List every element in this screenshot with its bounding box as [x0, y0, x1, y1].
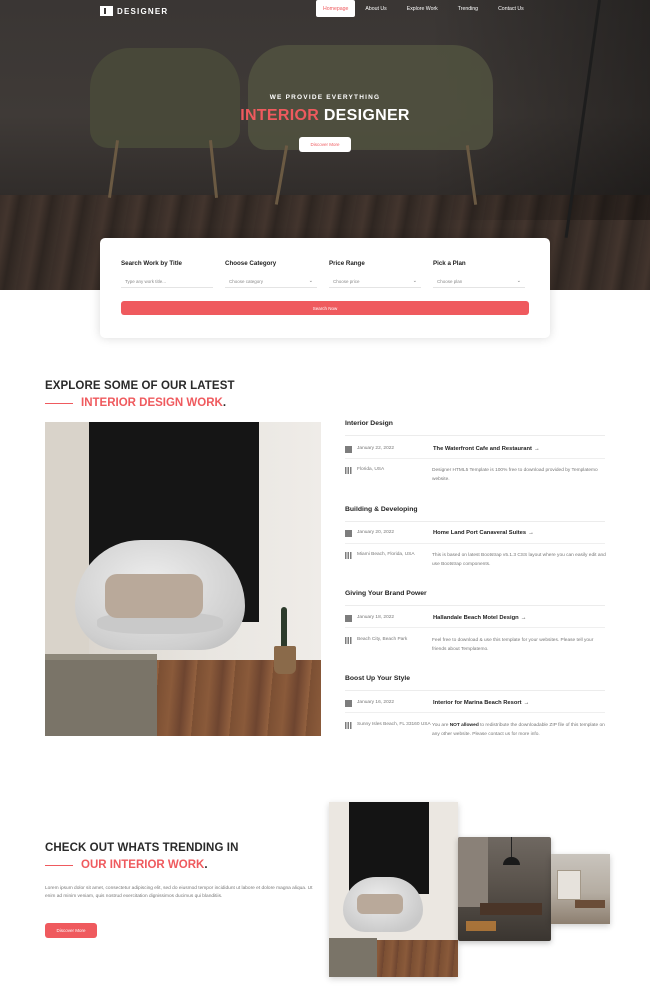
- cactus-plant: [281, 607, 287, 649]
- search-title-group: Search Work by Title Type any work title…: [121, 260, 213, 288]
- hero-discover-button[interactable]: Discover More: [299, 137, 351, 152]
- top-nav: DESIGNER Homepage About Us Explore Work …: [0, 0, 650, 22]
- price-select[interactable]: Choose price ⌄: [329, 275, 421, 288]
- item-title-link[interactable]: Interior for Marina Beach Resort →: [433, 699, 529, 708]
- plan-label: Pick a Plan: [433, 260, 466, 267]
- explore-heading-line1: EXPLORE SOME OF OUR LATEST: [45, 380, 235, 392]
- item-location-row: Florida, USA: [345, 466, 433, 474]
- arrow-right-icon: →: [520, 615, 527, 621]
- hero-subtitle: WE PROVIDE EVERYTHING: [269, 94, 381, 101]
- item-description: Feel free to download & use this templat…: [432, 638, 594, 652]
- item-date: January 20, 2022: [357, 530, 395, 535]
- trending-image-1[interactable]: [329, 802, 458, 977]
- explore-item: Giving Your Brand Power January 18, 2022…: [345, 590, 605, 652]
- item-description: This is based on latest Bootstrap v5.1.3…: [432, 553, 606, 567]
- item-location: Beach City, Beach Park: [357, 637, 408, 642]
- item-category: Building & Developing: [345, 506, 418, 513]
- trending-image-2[interactable]: [458, 837, 551, 941]
- chevron-down-icon: ⌄: [516, 278, 521, 284]
- map-icon: [345, 552, 352, 559]
- map-icon: [345, 637, 352, 644]
- hero-title: INTERIOR DESIGNER: [0, 107, 650, 125]
- item-location-row: Beach City, Beach Park: [345, 636, 433, 644]
- explore-item: Interior Design January 22, 2022 The Wat…: [345, 420, 605, 482]
- item-location-row: Miami Beach, Florida, USA: [345, 551, 433, 559]
- nav-contact-us[interactable]: Contact Us: [488, 0, 534, 17]
- plan-select[interactable]: Choose plan ⌄: [433, 275, 525, 288]
- item-location-row: Sunny Isles Beach, FL 33160 USA: [345, 721, 433, 729]
- item-description: You are NOT allowed to redistribute the …: [432, 723, 605, 737]
- item-date: January 22, 2022: [357, 446, 395, 451]
- explore-heading-line2: INTERIOR DESIGN WORK.: [45, 397, 226, 409]
- item-date-row: January 20, 2022 Home Land Port Canavera…: [345, 529, 534, 538]
- calendar-icon: [345, 700, 352, 707]
- item-date-row: January 22, 2022 The Waterfront Cafe and…: [345, 445, 540, 454]
- pendant-lamp: [503, 857, 520, 865]
- heading-divider: [45, 402, 73, 404]
- trending-paragraph: Lorem ipsum dolor sit amet, consectetur …: [45, 886, 313, 899]
- item-description: Designer HTML5 Template is 100% free to …: [432, 468, 598, 482]
- price-label: Price Range: [329, 260, 365, 267]
- explore-item: Boost Up Your Style January 16, 2022 Int…: [345, 675, 605, 737]
- nav-homepage[interactable]: Homepage: [316, 0, 356, 17]
- heading-divider: [45, 864, 73, 866]
- hero-title-accent: INTERIOR: [240, 107, 320, 124]
- brand-logo[interactable]: DESIGNER: [100, 6, 168, 16]
- category-select-group: Choose Category Choose category ⌄: [225, 260, 317, 288]
- trending-heading-line1: CHECK OUT WHATS TRENDING IN: [45, 842, 239, 854]
- hero-title-rest: DESIGNER: [323, 107, 410, 124]
- item-location: Miami Beach, Florida, USA: [357, 552, 415, 557]
- item-date-row: January 18, 2022 Hallandale Beach Motel …: [345, 614, 527, 623]
- item-date: January 16, 2022: [357, 700, 395, 705]
- item-title-link[interactable]: Home Land Port Canaveral Suites →: [433, 529, 534, 538]
- item-category: Giving Your Brand Power: [345, 590, 427, 597]
- search-panel: Search Work by Title Type any work title…: [100, 238, 550, 338]
- search-title-input[interactable]: Type any work title...: [121, 275, 213, 288]
- search-now-button[interactable]: Search Now: [121, 301, 529, 315]
- arrow-right-icon: →: [534, 446, 540, 452]
- explore-featured-image: [45, 422, 321, 736]
- nav-about-us[interactable]: About Us: [355, 0, 396, 17]
- nav-trending[interactable]: Trending: [448, 0, 488, 17]
- search-title-label: Search Work by Title: [121, 260, 182, 267]
- nav-explore-work[interactable]: Explore Work: [397, 0, 448, 17]
- item-title-link[interactable]: Hallandale Beach Motel Design →: [433, 614, 527, 623]
- item-location: Sunny Isles Beach, FL 33160 USA: [357, 722, 431, 727]
- chevron-down-icon: ⌄: [412, 278, 417, 284]
- category-label: Choose Category: [225, 260, 277, 267]
- item-location: Florida, USA: [357, 467, 385, 472]
- price-select-group: Price Range Choose price ⌄: [329, 260, 421, 288]
- item-date-row: January 16, 2022 Interior for Marina Bea…: [345, 699, 529, 708]
- trending-discover-button[interactable]: Discover More: [45, 923, 97, 938]
- calendar-icon: [345, 446, 352, 453]
- arrow-right-icon: →: [528, 530, 534, 536]
- calendar-icon: [345, 530, 352, 537]
- explore-item: Building & Developing January 20, 2022 H…: [345, 506, 606, 567]
- map-icon: [345, 722, 352, 729]
- trending-heading-line2: OUR INTERIOR WORK.: [45, 859, 208, 871]
- item-category: Interior Design: [345, 420, 393, 427]
- pillow: [105, 574, 203, 618]
- trending-image-3[interactable]: [551, 854, 610, 924]
- logo-text: DESIGNER: [117, 6, 169, 16]
- logo-icon: [100, 6, 113, 16]
- chevron-down-icon: ⌄: [308, 278, 313, 284]
- plan-select-group: Pick a Plan Choose plan ⌄: [433, 260, 525, 288]
- nav-links: Homepage About Us Explore Work Trending …: [316, 0, 534, 17]
- item-title-link[interactable]: The Waterfront Cafe and Restaurant →: [433, 445, 540, 454]
- map-icon: [345, 467, 352, 474]
- calendar-icon: [345, 615, 352, 622]
- arrow-right-icon: →: [523, 700, 530, 706]
- item-date: January 18, 2022: [357, 615, 395, 620]
- item-category: Boost Up Your Style: [345, 675, 411, 682]
- category-select[interactable]: Choose category ⌄: [225, 275, 317, 288]
- side-table: [45, 654, 157, 736]
